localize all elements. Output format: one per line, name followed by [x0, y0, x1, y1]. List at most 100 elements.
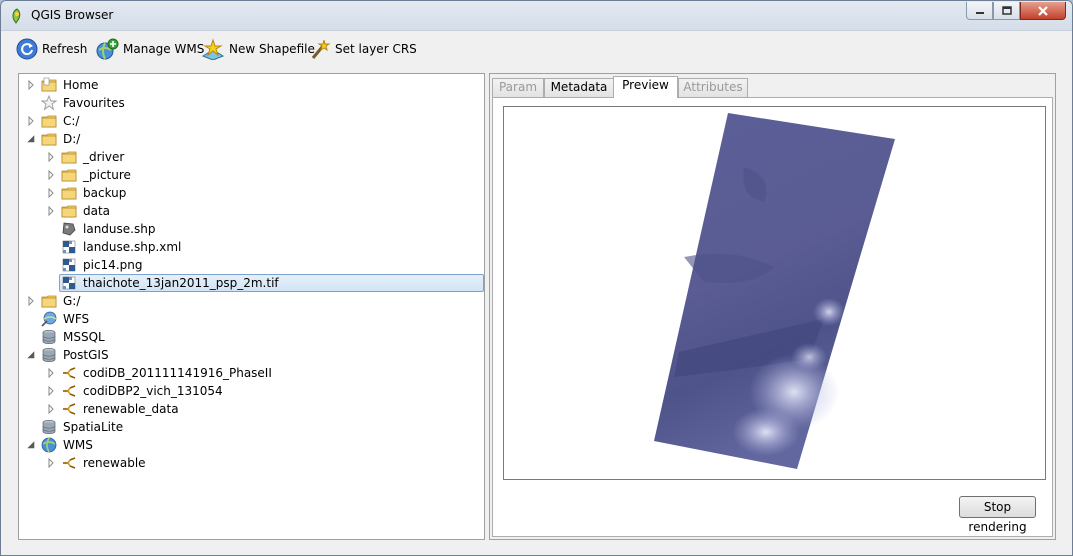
folder-home-icon [41, 77, 57, 92]
tree-item[interactable]: Favourites [19, 94, 484, 112]
tree-item-label: _driver [83, 150, 125, 164]
tree-item[interactable]: landuse.shp [19, 220, 484, 238]
folder-icon [61, 205, 77, 218]
tree-item[interactable]: WMS [19, 436, 484, 454]
tab-preview[interactable]: Preview [613, 76, 678, 98]
tree-item[interactable]: MSSQL [19, 328, 484, 346]
raster-layer-icon [62, 276, 76, 290]
tree-item[interactable]: PostGIS [19, 346, 484, 364]
tree-item-label: WMS [63, 438, 93, 452]
manage-wms-button[interactable]: Manage WMS [95, 36, 204, 62]
tree-item[interactable]: D:/ [19, 130, 484, 148]
title-bar: QGIS Browser [1, 1, 1072, 31]
connection-icon [63, 457, 76, 469]
tree-item[interactable]: pic14.png [19, 256, 484, 274]
expand-arrow-icon[interactable] [46, 368, 56, 378]
tree-item-label: thaichote_13jan2011_psp_2m.tif [83, 276, 279, 290]
folder-icon [41, 115, 57, 128]
stop-rendering-button[interactable]: Stop rendering [959, 496, 1036, 534]
main-toolbar: Refresh Manage WMS New Shapefile Set lay… [1, 32, 1072, 66]
close-button[interactable] [1020, 2, 1066, 20]
expand-arrow-icon[interactable] [46, 404, 56, 414]
minimize-button[interactable] [966, 2, 993, 20]
tab-param[interactable]: Param [492, 78, 544, 97]
manage-wms-label: Manage WMS [123, 42, 205, 56]
tree-item[interactable]: Home [19, 76, 484, 94]
window-title: QGIS Browser [31, 8, 114, 22]
tree-item-label: C:/ [63, 114, 80, 128]
maximize-icon [1001, 6, 1012, 15]
expand-arrow-icon[interactable] [46, 170, 56, 180]
expand-arrow-icon[interactable] [46, 386, 56, 396]
vector-layer-icon [62, 222, 76, 236]
tree-item-label: Home [63, 78, 99, 92]
tree-item-label: D:/ [63, 132, 81, 146]
collapse-arrow-icon[interactable] [26, 350, 36, 360]
tree-item[interactable]: backup [19, 184, 484, 202]
connection-icon [63, 403, 76, 415]
tree-item[interactable]: C:/ [19, 112, 484, 130]
window-bottom-edge [1, 547, 1072, 555]
magic-wand-icon [311, 39, 331, 59]
tab-attributes[interactable]: Attributes [678, 78, 748, 97]
tree-item[interactable]: renewable_data [19, 400, 484, 418]
tree-item-label: pic14.png [83, 258, 143, 272]
star-icon [41, 95, 57, 111]
database-icon [42, 347, 56, 363]
expand-arrow-icon[interactable] [26, 80, 36, 90]
refresh-icon [16, 38, 38, 60]
tree-item-label: MSSQL [63, 330, 105, 344]
expand-arrow-icon[interactable] [46, 188, 56, 198]
tree-item-label: renewable_data [83, 402, 179, 416]
tree-item[interactable]: codiDBP2_vich_131054 [19, 382, 484, 400]
tree-item[interactable]: SpatiaLite [19, 418, 484, 436]
expand-arrow-icon[interactable] [46, 206, 56, 216]
qgis-logo-icon [12, 8, 21, 24]
tree-item-label: landuse.shp.xml [83, 240, 182, 254]
tree-item-label: Favourites [63, 96, 125, 110]
wms-globe-add-icon [96, 38, 119, 60]
tree-item[interactable]: landuse.shp.xml [19, 238, 484, 256]
tree-item[interactable]: _picture [19, 166, 484, 184]
tree-item-label: G:/ [63, 294, 81, 308]
set-layer-crs-button[interactable]: Set layer CRS [309, 36, 417, 62]
expand-arrow-icon[interactable] [26, 296, 36, 306]
tree-item-label: WFS [63, 312, 90, 326]
tree-item-label: data [83, 204, 111, 218]
set-layer-crs-label: Set layer CRS [335, 42, 417, 56]
connection-icon [63, 367, 76, 379]
folder-icon [41, 133, 57, 146]
refresh-button[interactable]: Refresh [16, 36, 87, 62]
minimize-icon [975, 11, 984, 14]
tree-item[interactable]: WFS [19, 310, 484, 328]
properties-panel: Param Metadata Preview Attributes Stop r… [489, 73, 1056, 540]
tree-item-label: landuse.shp [83, 222, 156, 236]
tree-item-label: PostGIS [63, 348, 109, 362]
expand-arrow-icon[interactable] [46, 152, 56, 162]
window-controls [966, 2, 1066, 20]
tree-item[interactable]: codiDB_201111141916_PhaseII [19, 364, 484, 382]
collapse-arrow-icon[interactable] [26, 440, 36, 450]
tree-item[interactable]: renewable [19, 454, 484, 472]
new-shapefile-icon [201, 38, 225, 60]
qgis-browser-window: QGIS Browser Refresh Manage WMS New Shap… [0, 0, 1073, 556]
expand-arrow-icon[interactable] [46, 458, 56, 468]
tree-item[interactable]: thaichote_13jan2011_psp_2m.tif [19, 274, 484, 292]
new-shapefile-label: New Shapefile [229, 42, 315, 56]
tree-item[interactable]: G:/ [19, 292, 484, 310]
folder-icon [61, 151, 77, 164]
tree-item[interactable]: _driver [19, 148, 484, 166]
tree-item[interactable]: data [19, 202, 484, 220]
raster-preview-canvas[interactable] [503, 106, 1046, 480]
tree-item-label: renewable [83, 456, 146, 470]
new-shapefile-button[interactable]: New Shapefile [201, 36, 315, 62]
collapse-arrow-icon[interactable] [26, 134, 36, 144]
tree-item-label: _picture [83, 168, 131, 182]
raster-layer-icon [62, 258, 76, 272]
expand-arrow-icon[interactable] [26, 116, 36, 126]
tree-item-label: codiDB_201111141916_PhaseII [83, 366, 272, 380]
maximize-button[interactable] [993, 2, 1020, 20]
tab-metadata[interactable]: Metadata [544, 78, 614, 97]
connection-icon [63, 385, 76, 397]
browser-tree[interactable]: Home Favourites C:/ D:/_driver _picturebacku… [18, 73, 485, 540]
